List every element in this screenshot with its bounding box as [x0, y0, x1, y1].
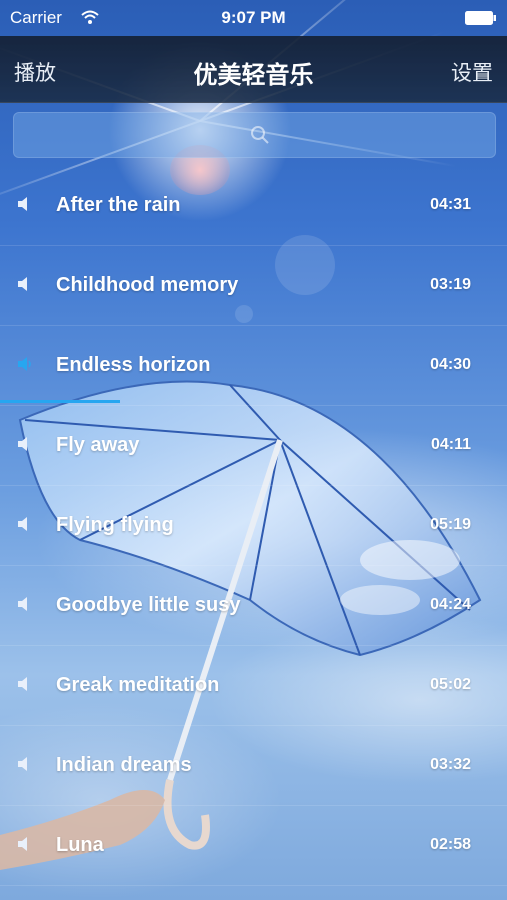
speaker-icon [18, 837, 27, 851]
track-row[interactable]: Luna 02:58 [0, 806, 507, 886]
speaker-icon [18, 437, 27, 451]
track-title: Goodbye little susy [56, 594, 241, 616]
track-duration: 04:24 [430, 596, 471, 613]
track-duration: 05:02 [430, 676, 471, 693]
track-row[interactable]: Indian dreams 03:32 [0, 726, 507, 806]
track-duration: 02:58 [430, 836, 471, 853]
search-input[interactable] [13, 112, 496, 158]
track-title: Greak meditation [56, 674, 220, 696]
track-row[interactable]: Endless horizon 04:30 [0, 326, 507, 406]
page-title: 优美轻音乐 [193, 62, 314, 89]
track-list: After the rain 04:31 Childhood memory 03… [0, 166, 507, 886]
track-title: After the rain [56, 194, 181, 216]
track-title: Fly away [56, 434, 140, 456]
track-row[interactable]: Childhood memory 03:19 [0, 246, 507, 326]
track-title: Luna [56, 834, 104, 856]
track-title: Childhood memory [56, 274, 239, 296]
speaker-icon [18, 757, 27, 771]
speaker-icon [18, 597, 27, 611]
speaker-icon [18, 277, 27, 291]
track-title: Indian dreams [56, 754, 192, 776]
track-title: Flying flying [56, 514, 174, 536]
track-duration: 04:31 [430, 196, 471, 213]
track-duration: 03:32 [430, 756, 471, 773]
settings-button[interactable]: 设置 [451, 57, 493, 87]
speaker-icon [18, 517, 27, 531]
track-row[interactable]: Goodbye little susy 04:24 [0, 566, 507, 646]
speaker-playing-icon [18, 357, 31, 371]
track-duration: 05:19 [430, 516, 471, 533]
track-row[interactable]: Fly away 04:11 [0, 406, 507, 486]
track-title: Endless horizon [56, 354, 211, 376]
track-duration: 04:30 [430, 356, 471, 373]
track-duration: 03:19 [430, 276, 471, 293]
track-row[interactable]: Greak meditation 05:02 [0, 646, 507, 726]
status-time: 9:07 PM [221, 8, 286, 27]
battery-icon [465, 11, 496, 25]
speaker-icon [18, 677, 27, 691]
speaker-icon [18, 197, 27, 211]
track-duration: 04:11 [430, 436, 471, 453]
track-row[interactable]: After the rain 04:31 [0, 166, 507, 246]
track-row[interactable]: Flying flying 05:19 [0, 486, 507, 566]
search-icon [251, 126, 269, 144]
navigation-bar: 播放 优美轻音乐 设置 [0, 36, 507, 103]
status-bar: Carrier 9:07 PM [0, 0, 507, 36]
playback-progress-bar [0, 400, 120, 403]
